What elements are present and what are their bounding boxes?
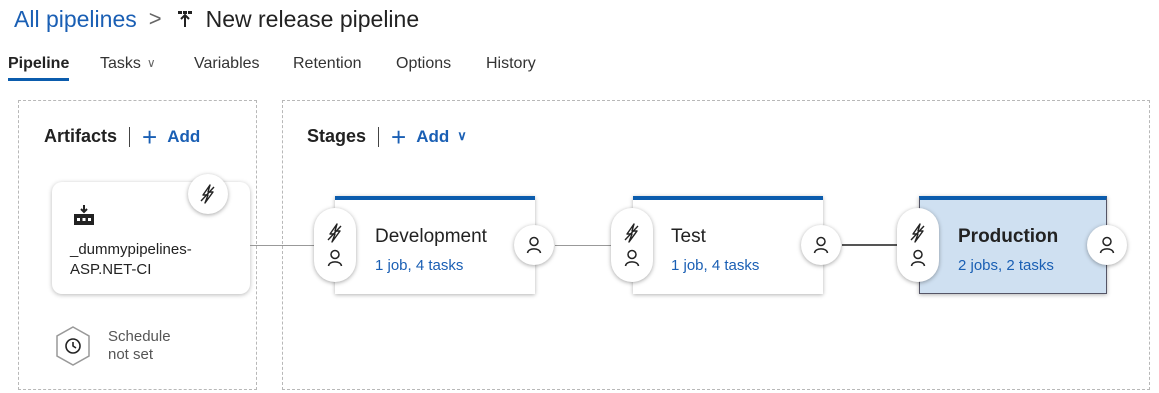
page-title: New release pipeline bbox=[205, 5, 420, 32]
tab-pipeline-label: Pipeline bbox=[8, 55, 70, 72]
tab-options[interactable]: Options bbox=[396, 53, 451, 81]
post-deployment-conditions-development[interactable] bbox=[514, 225, 554, 265]
person-icon bbox=[813, 236, 829, 254]
tab-variables-label: Variables bbox=[194, 55, 260, 72]
active-tab-indicator bbox=[8, 78, 70, 81]
person-icon bbox=[1099, 236, 1115, 254]
person-icon bbox=[526, 236, 542, 254]
pre-deployment-conditions-production[interactable] bbox=[897, 208, 939, 282]
schedule-trigger[interactable]: Schedule not set bbox=[52, 325, 198, 367]
plus-icon: + bbox=[391, 121, 407, 152]
lightning-bolt-icon bbox=[910, 223, 925, 243]
stage-jobs-link[interactable]: 2 jobs, 2 tasks bbox=[958, 257, 1054, 274]
stage-jobs-link[interactable]: 1 job, 4 tasks bbox=[375, 257, 463, 274]
add-artifact-button[interactable]: + Add bbox=[142, 121, 201, 152]
divider bbox=[129, 126, 131, 147]
artifact-name-line1: _dummypipelines- bbox=[70, 241, 192, 258]
stage-jobs-link[interactable]: 1 job, 4 tasks bbox=[671, 257, 759, 274]
lightning-bolt-icon bbox=[624, 223, 639, 243]
stage-card-test[interactable]: Test 1 job, 4 tasks bbox=[633, 196, 823, 294]
add-artifact-label: Add bbox=[167, 126, 201, 146]
person-icon bbox=[624, 249, 640, 267]
pre-deployment-conditions-development[interactable] bbox=[314, 208, 356, 282]
tab-history[interactable]: History bbox=[486, 53, 536, 81]
artifacts-title: Artifacts bbox=[44, 126, 118, 146]
plus-icon: + bbox=[142, 121, 158, 152]
stage-card-development[interactable]: Development 1 job, 4 tasks bbox=[335, 196, 535, 294]
tab-tasks[interactable]: Tasks ∨ bbox=[100, 53, 156, 81]
test-to-production-connector bbox=[842, 244, 902, 246]
chevron-down-icon: ∨ bbox=[146, 56, 156, 70]
stage-name: Development bbox=[375, 226, 487, 247]
tab-retention[interactable]: Retention bbox=[293, 53, 362, 81]
person-icon bbox=[327, 249, 343, 267]
stages-title: Stages bbox=[307, 126, 367, 146]
tab-bar: Pipeline Tasks ∨ Variables Retention Opti… bbox=[0, 48, 1159, 86]
tab-retention-label: Retention bbox=[293, 55, 362, 72]
tab-tasks-label: Tasks bbox=[100, 55, 141, 72]
post-deployment-conditions-test[interactable] bbox=[801, 225, 841, 265]
stage-name: Test bbox=[671, 226, 706, 247]
clock-icon bbox=[56, 326, 90, 366]
artifact-name: _dummypipelines- ASP.NET-CI bbox=[70, 240, 192, 280]
build-artifact-icon bbox=[74, 205, 94, 225]
post-deployment-conditions-production[interactable] bbox=[1087, 225, 1127, 265]
divider bbox=[378, 126, 380, 147]
schedule-label: Schedule not set bbox=[108, 328, 198, 364]
artifacts-header: Artifacts + Add bbox=[44, 121, 201, 152]
tab-variables[interactable]: Variables bbox=[194, 53, 260, 81]
tab-options-label: Options bbox=[396, 55, 452, 72]
artifact-to-development-connector bbox=[250, 245, 315, 246]
release-pipeline-icon bbox=[177, 11, 192, 27]
person-icon bbox=[910, 249, 926, 267]
schedule-label-line2: not set bbox=[108, 346, 154, 363]
breadcrumb-separator: > bbox=[148, 6, 162, 31]
schedule-label-line1: Schedule bbox=[108, 328, 171, 345]
tab-pipeline[interactable]: Pipeline bbox=[8, 53, 70, 81]
all-pipelines-link[interactable]: All pipelines bbox=[14, 6, 137, 33]
tab-history-label: History bbox=[486, 55, 536, 72]
pre-deployment-conditions-test[interactable] bbox=[611, 208, 653, 282]
chevron-down-icon: ∨ bbox=[457, 127, 467, 143]
lightning-bolt-icon bbox=[200, 184, 215, 204]
add-stage-button[interactable]: + Add ∨ bbox=[391, 121, 467, 152]
stage-name: Production bbox=[958, 226, 1059, 247]
add-stage-label: Add bbox=[416, 126, 450, 146]
breadcrumb: All pipelines > New release pipeline bbox=[14, 4, 419, 34]
lightning-bolt-icon bbox=[327, 223, 342, 243]
stage-card-production[interactable]: Production 2 jobs, 2 tasks bbox=[919, 196, 1107, 294]
artifact-name-line2: ASP.NET-CI bbox=[70, 261, 152, 278]
artifact-trigger-button[interactable] bbox=[188, 174, 228, 214]
stages-header: Stages + Add ∨ bbox=[307, 121, 467, 152]
development-to-test-connector bbox=[555, 245, 615, 246]
